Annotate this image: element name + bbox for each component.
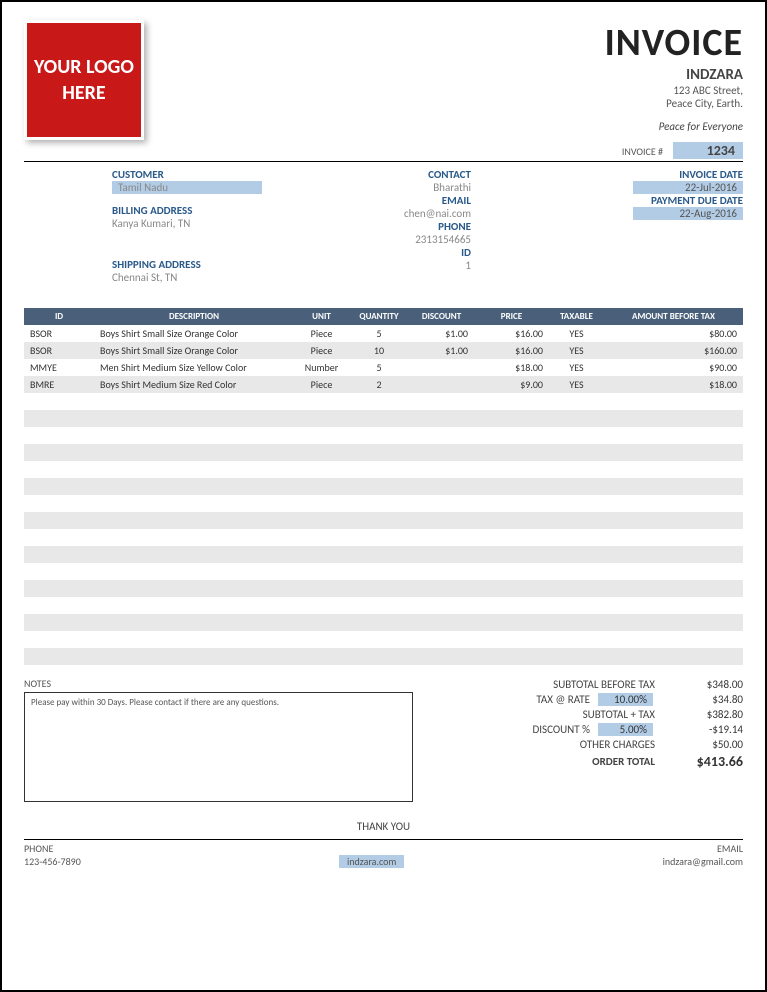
shipping-address: Chennai St, TN	[112, 271, 299, 284]
info-section: CUSTOMER Tamil Nadu BILLING ADDRESS Kany…	[24, 168, 743, 284]
table-row: MMYEMen Shirt Medium Size Yellow ColorNu…	[24, 359, 743, 376]
footer-phone-value: 123-456-7890	[24, 855, 81, 868]
contact-label: CONTACT	[299, 168, 471, 181]
table-row	[24, 393, 743, 410]
table-row	[24, 444, 743, 461]
due-date-label: PAYMENT DUE DATE	[489, 194, 743, 207]
invoice-number-label: INVOICE #	[622, 145, 663, 158]
footer: PHONE 123-456-7890 indzara.com EMAIL ind…	[24, 839, 743, 868]
customer-name: Tamil Nadu	[112, 181, 262, 194]
company-address-2: Peace City, Earth.	[605, 97, 743, 110]
customer-label: CUSTOMER	[112, 168, 299, 181]
col-amount: AMOUNT BEFORE TAX	[604, 308, 743, 325]
col-quantity: QUANTITY	[349, 308, 409, 325]
invoice-date: 22-Jul-2016	[633, 181, 743, 194]
total-row: ORDER TOTAL $413.66	[433, 752, 743, 771]
table-row	[24, 410, 743, 427]
footer-phone-label: PHONE	[24, 842, 81, 855]
notes-text: Please pay within 30 Days. Please contac…	[24, 692, 413, 802]
table-row	[24, 597, 743, 614]
table-row: BSORBoys Shirt Small Size Orange ColorPi…	[24, 342, 743, 359]
discpct-value: 5.00%	[598, 723, 653, 736]
contact-block: CONTACT Bharathi EMAIL chen@nai.com PHON…	[299, 168, 489, 284]
table-row	[24, 546, 743, 563]
total-label: ORDER TOTAL	[433, 755, 663, 768]
table-row	[24, 427, 743, 444]
thank-you: THANK YOU	[24, 820, 743, 833]
billing-label: BILLING ADDRESS	[112, 204, 299, 217]
col-taxable: TAXABLE	[549, 308, 604, 325]
subtax-value: $382.80	[663, 708, 743, 721]
footer-website: indzara.com	[339, 855, 404, 868]
billing-address: Kanya Kumari, TN	[112, 217, 299, 230]
totals-block: SUBTOTAL BEFORE TAX $348.00 TAX @ RATE 1…	[433, 677, 743, 802]
table-row	[24, 529, 743, 546]
company-address-1: 123 ABC Street,	[605, 84, 743, 97]
phone-label: PHONE	[299, 220, 471, 233]
total-value: $413.66	[663, 753, 743, 770]
table-row	[24, 631, 743, 648]
discpct-label: DISCOUNT %	[433, 723, 598, 736]
taxrate-label: TAX @ RATE	[433, 693, 598, 706]
footer-email-label: EMAIL	[663, 842, 743, 855]
col-description: DESCRIPTION	[94, 308, 294, 325]
subtax-row: SUBTOTAL + TAX $382.80	[433, 707, 743, 722]
notes-block: NOTES Please pay within 30 Days. Please …	[24, 677, 413, 802]
subtotal-label: SUBTOTAL BEFORE TAX	[433, 678, 663, 691]
footer-email-value: indzara@gmail.com	[663, 855, 743, 868]
table-row	[24, 512, 743, 529]
table-row: BSORBoys Shirt Small Size Orange ColorPi…	[24, 325, 743, 342]
table-row	[24, 495, 743, 512]
line-items-table: ID DESCRIPTION UNIT QUANTITY DISCOUNT PR…	[24, 308, 743, 665]
col-price: PRICE	[474, 308, 549, 325]
col-id: ID	[24, 308, 94, 325]
other-value: $50.00	[663, 738, 743, 751]
email-label: EMAIL	[299, 194, 471, 207]
table-row	[24, 478, 743, 495]
invoice-number-row: INVOICE # 1234	[24, 142, 743, 162]
company-name: INDZARA	[605, 66, 743, 84]
table-row	[24, 580, 743, 597]
col-unit: UNIT	[294, 308, 349, 325]
taxrate-value: 10.00%	[598, 693, 653, 706]
footer-web: indzara.com	[81, 842, 663, 868]
contact-email: chen@nai.com	[299, 207, 471, 220]
other-label: OTHER CHARGES	[433, 738, 663, 751]
invoice-page: YOUR LOGO HERE INVOICE INDZARA 123 ABC S…	[0, 0, 767, 992]
discount-row: DISCOUNT % 5.00% -$19.14	[433, 722, 743, 737]
notes-label: NOTES	[24, 677, 413, 690]
table-row	[24, 461, 743, 478]
invoice-title: INVOICE	[605, 20, 743, 66]
subtax-label: SUBTOTAL + TAX	[433, 708, 663, 721]
invoice-number: 1234	[673, 142, 743, 159]
tagline: Peace for Everyone	[605, 120, 743, 133]
contact-name: Bharathi	[299, 181, 471, 194]
other-row: OTHER CHARGES $50.00	[433, 737, 743, 752]
footer-phone: PHONE 123-456-7890	[24, 842, 81, 868]
table-row	[24, 614, 743, 631]
subtotal-row: SUBTOTAL BEFORE TAX $348.00	[433, 677, 743, 692]
shipping-label: SHIPPING ADDRESS	[112, 258, 299, 271]
id-label: ID	[299, 246, 471, 259]
contact-phone: 2313154665	[299, 233, 471, 246]
col-discount: DISCOUNT	[409, 308, 474, 325]
discount-value: -$19.14	[663, 723, 743, 736]
dates-block: INVOICE DATE 22-Jul-2016 PAYMENT DUE DAT…	[489, 168, 743, 284]
table-row: BMREBoys Shirt Medium Size Red ColorPiec…	[24, 376, 743, 393]
subtotal-value: $348.00	[663, 678, 743, 691]
footer-email: EMAIL indzara@gmail.com	[663, 842, 743, 868]
table-row	[24, 648, 743, 665]
company-block: INVOICE INDZARA 123 ABC Street, Peace Ci…	[605, 20, 743, 133]
bottom-section: NOTES Please pay within 30 Days. Please …	[24, 677, 743, 802]
table-header-row: ID DESCRIPTION UNIT QUANTITY DISCOUNT PR…	[24, 308, 743, 325]
tax-value: $34.80	[663, 693, 743, 706]
tax-row: TAX @ RATE 10.00% $34.80	[433, 692, 743, 707]
invoice-date-label: INVOICE DATE	[489, 168, 743, 181]
logo-placeholder: YOUR LOGO HERE	[24, 20, 144, 140]
table-row	[24, 563, 743, 580]
contact-id: 1	[299, 259, 471, 272]
due-date: 22-Aug-2016	[633, 207, 743, 220]
header: YOUR LOGO HERE INVOICE INDZARA 123 ABC S…	[24, 20, 743, 140]
customer-block: CUSTOMER Tamil Nadu BILLING ADDRESS Kany…	[24, 168, 299, 284]
